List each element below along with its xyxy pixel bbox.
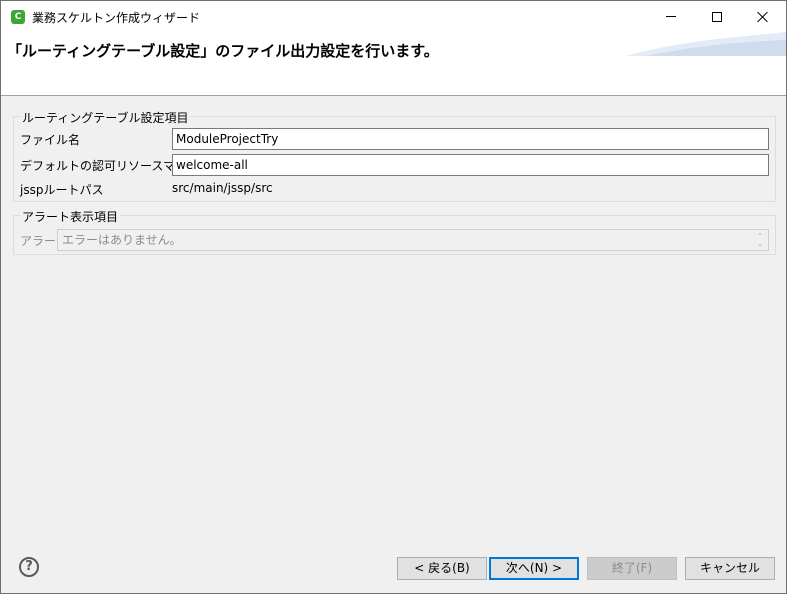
wizard-header: 「ルーティングテーブル設定」のファイル出力設定を行います。	[1, 32, 786, 96]
jssp-root-value: src/main/jssp/src	[172, 181, 273, 195]
minimize-button[interactable]	[648, 1, 694, 32]
alert-group: アラート表示項目 アラート エラーはありません。 ⌃ ⌄	[13, 208, 776, 255]
maximize-icon	[712, 11, 722, 22]
default-mapper-input[interactable]: welcome-all	[172, 154, 769, 176]
back-button[interactable]: < 戻る(B)	[397, 557, 487, 580]
settings-group-legend: ルーティングテーブル設定項目	[20, 109, 191, 126]
cancel-button[interactable]: キャンセル	[685, 557, 775, 580]
file-name-label: ファイル名	[20, 133, 81, 147]
page-title: 「ルーティングテーブル設定」のファイル出力設定を行います。	[7, 42, 439, 60]
banner-decoration	[626, 32, 786, 56]
alert-group-legend: アラート表示項目	[20, 208, 121, 225]
title-bar: C 業務スケルトン作成ウィザード	[1, 1, 786, 32]
window-title: 業務スケルトン作成ウィザード	[32, 11, 201, 25]
alert-scroll-arrows-icon: ⌃ ⌄	[757, 232, 763, 248]
alert-text: エラーはありません。	[62, 233, 182, 247]
app-icon: C	[11, 10, 25, 24]
minimize-icon	[666, 16, 676, 17]
next-button[interactable]: 次へ(N) >	[489, 557, 579, 580]
file-name-input[interactable]: ModuleProjectTry	[172, 128, 769, 150]
close-icon	[757, 11, 769, 23]
close-button[interactable]	[740, 1, 786, 32]
jssp-root-label: jsspルートパス	[20, 183, 104, 197]
help-icon[interactable]: ?	[19, 557, 39, 577]
wizard-window: C 業務スケルトン作成ウィザード 「ルーティングテーブル設定」のファイル出力設定…	[0, 0, 787, 594]
maximize-button[interactable]	[694, 1, 740, 32]
alert-textarea: エラーはありません。 ⌃ ⌄	[57, 229, 769, 251]
finish-button: 終了(F)	[587, 557, 677, 580]
settings-group: ルーティングテーブル設定項目 ファイル名 ModuleProjectTry デフ…	[13, 109, 776, 202]
